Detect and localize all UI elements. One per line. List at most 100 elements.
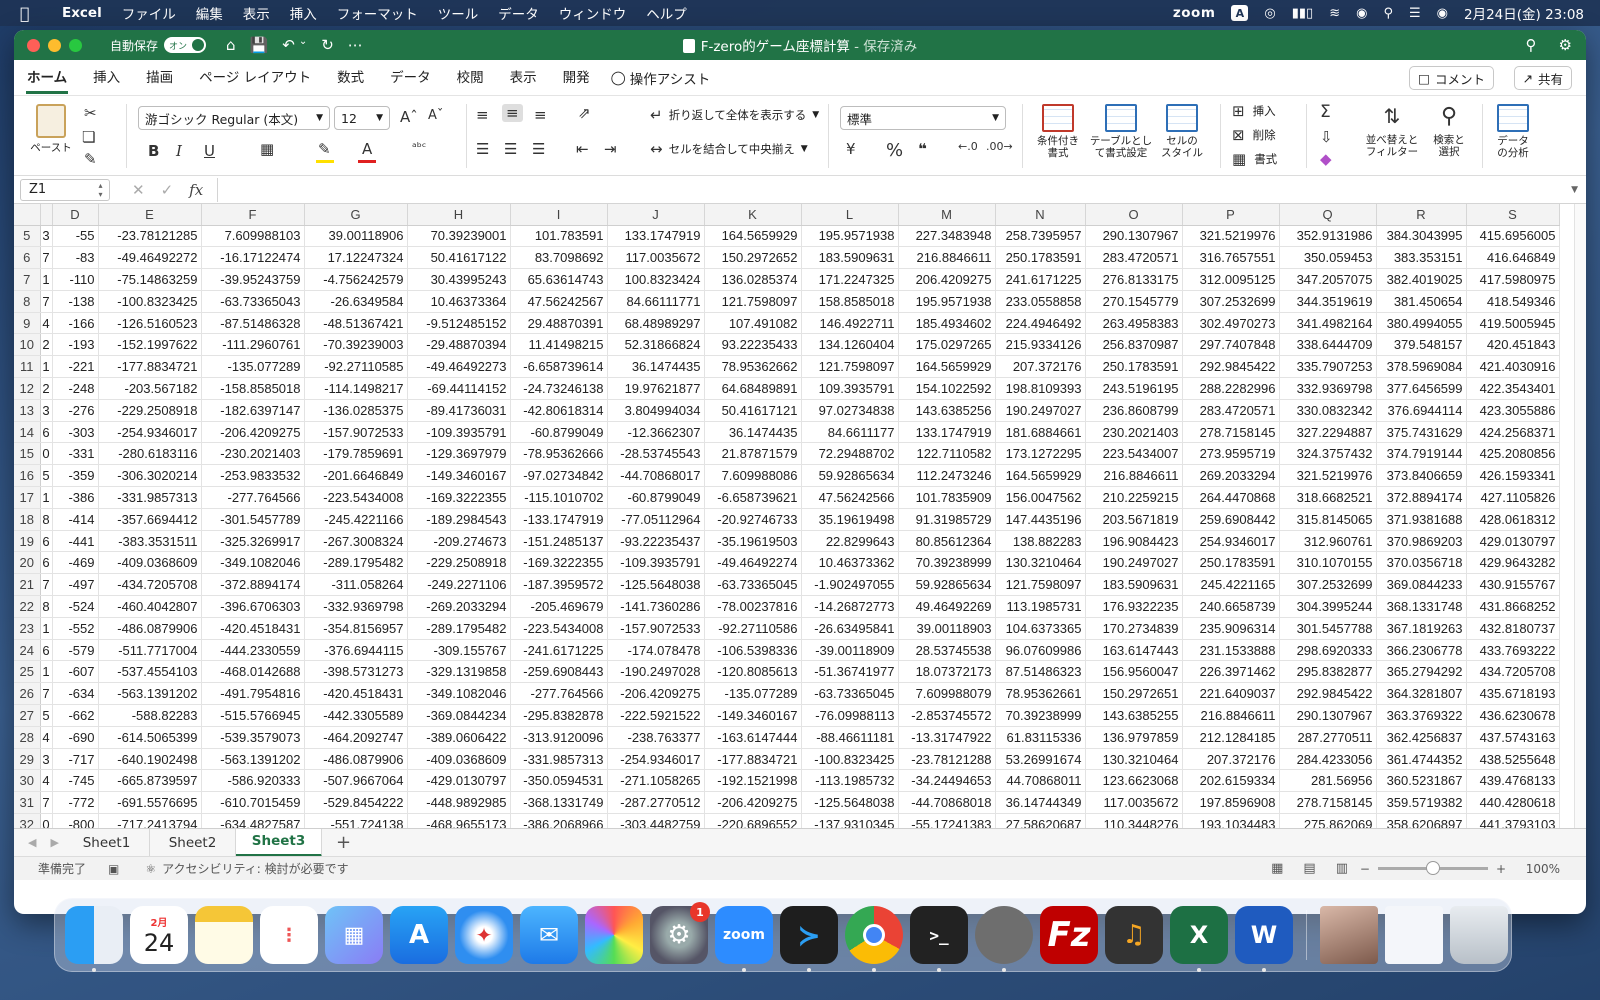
grid-cell[interactable]: 121.7598097 <box>704 290 802 313</box>
grid-cell[interactable]: -35.19619503 <box>704 530 802 553</box>
grid-cell[interactable]: -29.48870394 <box>407 333 511 357</box>
grid-cell[interactable]: 164.5659929 <box>995 464 1086 488</box>
grid-cell[interactable]: -289.1795482 <box>304 551 408 575</box>
filezilla-icon[interactable]: Fz <box>1040 906 1098 964</box>
grid-cell[interactable]: -229.2508918 <box>407 551 511 575</box>
battery-icon[interactable]: ▮▮▯ <box>1292 6 1313 21</box>
grid-cell[interactable]: 176.9322235 <box>1085 595 1183 618</box>
grid-cell[interactable]: 223.5434007 <box>1085 442 1183 466</box>
grid-cell[interactable]: 415.6956005 <box>1466 225 1560 248</box>
grid-cell[interactable]: 276.8133175 <box>1085 268 1183 291</box>
grid-cell[interactable]: 350.059453 <box>1279 246 1377 270</box>
grid-cell[interactable]: -277.764566 <box>201 486 305 509</box>
grid-cell[interactable]: -220.6896552 <box>704 813 802 828</box>
grid-cell[interactable]: 68.48989297 <box>607 312 705 335</box>
grid-cell[interactable]: 216.8846611 <box>1085 464 1183 488</box>
column-header[interactable]: M <box>898 204 996 226</box>
grid-cell[interactable]: 110.3448276 <box>1085 813 1183 828</box>
grid-cell[interactable]: 47.56242566 <box>801 486 899 509</box>
grid-cell[interactable]: 91.31985729 <box>898 508 996 531</box>
grid-cell[interactable]: -109.3935791 <box>407 421 511 444</box>
grid-cell[interactable]: -2.853745572 <box>898 704 996 727</box>
grid-cell[interactable]: 1 <box>40 355 53 379</box>
grid-cell[interactable]: -163.6147444 <box>704 726 802 749</box>
grid-cell[interactable]: 7 <box>40 573 53 597</box>
grid-cell[interactable]: -332.9369798 <box>304 595 408 618</box>
merge-center-button[interactable]: ↔ セルを結合して中央揃え ▼ <box>650 140 808 158</box>
row-header[interactable]: 30 <box>14 769 41 793</box>
grid-cell[interactable]: 321.5219976 <box>1182 225 1280 248</box>
grid-cell[interactable]: 138.882283 <box>995 530 1086 553</box>
grid-cell[interactable]: 226.3971462 <box>1182 660 1280 684</box>
grid-cell[interactable]: 130.3210464 <box>995 551 1086 575</box>
grid-cell[interactable]: -306.3020214 <box>98 464 202 488</box>
grid-cell[interactable]: 1 <box>40 660 53 684</box>
grid-cell[interactable]: 84.6611177 <box>801 421 899 444</box>
row-header[interactable]: 7 <box>14 268 41 291</box>
grid-cell[interactable]: -133.1747919 <box>510 508 608 531</box>
grid-cell[interactable]: 292.9845422 <box>1279 682 1377 706</box>
grid-cell[interactable]: -434.7205708 <box>98 573 202 597</box>
row-header[interactable]: 20 <box>14 551 41 575</box>
grid-cell[interactable]: -23.78121285 <box>98 225 202 248</box>
grid-cell[interactable]: 11.41498215 <box>510 333 608 357</box>
grid-cell[interactable]: 330.0832342 <box>1279 399 1377 422</box>
grid-cell[interactable]: -223.5434008 <box>304 486 408 509</box>
grid-cell[interactable]: 10.46373362 <box>801 551 899 575</box>
grid-cell[interactable]: 436.6230678 <box>1466 704 1560 727</box>
word-app-icon[interactable]: W <box>1235 906 1293 972</box>
decrease-font-size-icon[interactable]: Aˇ <box>428 108 443 123</box>
grid-cell[interactable]: 245.4221165 <box>1182 573 1280 597</box>
grid-cell[interactable]: 50.41617121 <box>704 399 802 422</box>
grid-cell[interactable]: 30.43995243 <box>407 268 511 291</box>
grid-cell[interactable]: 419.5005945 <box>1466 312 1560 335</box>
grid-cell[interactable]: -177.8834721 <box>98 355 202 379</box>
grid-cell[interactable]: -190.2497028 <box>607 660 705 684</box>
grid-cell[interactable]: -69.44114152 <box>407 377 511 400</box>
column-header[interactable]: D <box>52 204 99 226</box>
grid-cell[interactable]: -44.70868018 <box>898 791 996 815</box>
grid-cell[interactable]: 70.39238999 <box>898 551 996 575</box>
grid-cell[interactable]: -313.9120096 <box>510 726 608 749</box>
grid-cell[interactable]: 230.2021403 <box>1085 421 1183 444</box>
grid-cell[interactable]: -303.4482759 <box>607 813 705 828</box>
grid-cell[interactable]: -665.8739597 <box>98 769 202 793</box>
grid-cell[interactable]: -113.1985732 <box>801 769 899 793</box>
column-header[interactable]: F <box>201 204 305 226</box>
tab-insert[interactable]: 挿入 <box>80 60 133 96</box>
tab-data[interactable]: データ <box>377 60 444 96</box>
grid-cell[interactable]: 287.2770511 <box>1279 726 1377 749</box>
grid-cell[interactable]: -640.1902498 <box>98 748 202 771</box>
tab-review[interactable]: 校閲 <box>444 60 497 96</box>
tab-home[interactable]: ホーム <box>14 60 80 96</box>
column-header[interactable]: O <box>1085 204 1183 226</box>
grid-cell[interactable]: 243.5196195 <box>1085 377 1183 400</box>
grid-cell[interactable]: -120.8085613 <box>704 660 802 684</box>
grid-cell[interactable]: -551.724138 <box>304 813 408 828</box>
grid-cell[interactable]: -152.1997622 <box>98 333 202 357</box>
grid-cell[interactable]: 361.4744352 <box>1376 748 1467 771</box>
accessibility-checker[interactable]: ⚛ アクセシビリティ: 検討が必要です <box>145 860 348 877</box>
grid-cell[interactable]: -87.51486328 <box>201 312 305 335</box>
grid-cell[interactable]: -486.0879906 <box>98 617 202 640</box>
grid-cell[interactable]: -42.80618314 <box>510 399 608 422</box>
grid-cell[interactable]: -254.9346017 <box>98 421 202 444</box>
grid-cell[interactable]: -92.27110586 <box>704 617 802 640</box>
grid-cell[interactable]: 236.8608799 <box>1085 399 1183 422</box>
grid-cell[interactable]: 207.372176 <box>1182 748 1280 771</box>
grid-cell[interactable]: 338.6444709 <box>1279 333 1377 357</box>
grid-cell[interactable]: -420.4518431 <box>304 682 408 706</box>
finder-icon[interactable] <box>65 906 123 972</box>
grid-cell[interactable]: -97.02734842 <box>510 464 608 488</box>
select-all-corner[interactable] <box>14 204 41 226</box>
grid-cell[interactable]: -110 <box>52 268 99 291</box>
grid-cell[interactable]: 431.8668252 <box>1466 595 1560 618</box>
grid-cell[interactable]: -357.6694412 <box>98 508 202 531</box>
grid-cell[interactable]: 7 <box>40 791 53 815</box>
grid-cell[interactable]: -552 <box>52 617 99 640</box>
grid-cell[interactable]: -376.6944115 <box>304 639 408 662</box>
grid-cell[interactable]: -26.6349584 <box>304 290 408 313</box>
apple-menu-icon[interactable]:  <box>20 4 50 23</box>
grid-cell[interactable]: 344.3519619 <box>1279 290 1377 313</box>
accounting-format-icon[interactable]: ¥ <box>846 140 856 158</box>
